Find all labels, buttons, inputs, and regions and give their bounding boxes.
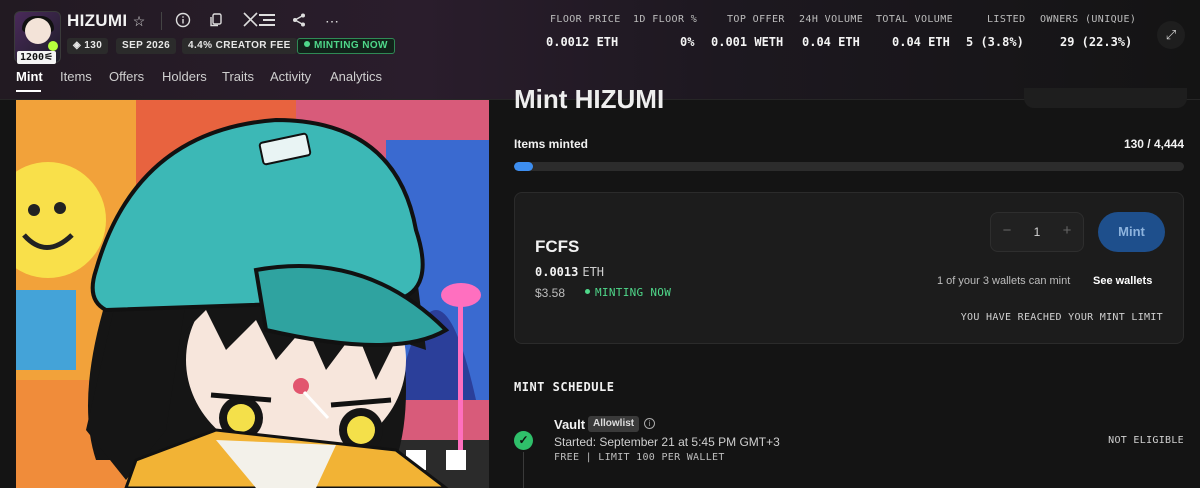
avatar-face [25, 18, 51, 44]
tab-traits[interactable]: Traits [222, 69, 254, 84]
mint-limit-message: YOU HAVE REACHED YOUR MINT LIMIT [960, 312, 1163, 323]
minting-status-pill: MINTING NOW [297, 38, 395, 54]
tab-analytics[interactable]: Analytics [330, 69, 382, 84]
collection-artwork [16, 100, 489, 488]
phase-status-dot-icon [585, 289, 590, 294]
creator-fee-pill: 4.4% CREATOR FEE [182, 38, 297, 54]
phase-price: 0.0013 ETH [535, 265, 604, 279]
expand-icon[interactable]: ⤢ [1157, 21, 1185, 49]
schedule-timeline-line [523, 452, 524, 488]
tab-items[interactable]: Items [60, 69, 92, 84]
mint-button[interactable]: Mint [1098, 212, 1165, 252]
stat-label-owners: OWNERS (UNIQUE) [1040, 14, 1137, 25]
phase-price-currency: ETH [582, 265, 605, 279]
phase-name: FCFS [535, 237, 580, 256]
mint-schedule-title: MINT SCHEDULE [514, 380, 615, 394]
mint-heading: Mint HIZUMI [514, 84, 665, 114]
status-dot-icon [304, 41, 310, 47]
copy-icon[interactable] [207, 12, 225, 30]
items-count-value: 130 [84, 40, 103, 51]
info-icon[interactable] [174, 12, 192, 30]
stat-value-24h-volume: 0.04 ETH [802, 35, 860, 49]
info-icon[interactable]: i [644, 418, 655, 429]
phase-price-value: 0.0013 [535, 265, 579, 279]
layers-icon: ◈ [73, 40, 85, 51]
minting-status-label: MINTING NOW [314, 40, 388, 51]
avatar-badge: 1200⚟ [17, 51, 57, 64]
stage-limit: FREE | LIMIT 100 PER WALLET [554, 452, 725, 463]
see-wallets-link[interactable]: See wallets [1093, 275, 1152, 287]
mint-progress-fill [514, 162, 534, 171]
stat-value-top-offer: 0.001 WETH [711, 35, 784, 49]
wallet-eligibility-note: 1 of your 3 wallets can mint [937, 275, 1071, 287]
increment-button[interactable]: + [1057, 222, 1077, 239]
tab-activity[interactable]: Activity [270, 69, 311, 84]
avatar-accent [48, 41, 58, 51]
stat-label-total-volume: TOTAL VOLUME [876, 14, 954, 25]
quantity-stepper: − 1 + [990, 212, 1084, 252]
artwork-illustration [16, 100, 489, 488]
collection-title: HIZUMI [67, 11, 128, 30]
items-minted-count: 130 / 4,444 [1123, 137, 1184, 151]
phase-price-usd: $3.58 [535, 286, 566, 300]
stat-label-24h-volume: 24H VOLUME [799, 14, 864, 25]
phase-status: MINTING NOW [585, 286, 671, 299]
stat-value-owners: 29 (22.3%) [1060, 35, 1133, 49]
phase-status-label: MINTING NOW [595, 286, 672, 299]
more-icon[interactable]: ⋯ [323, 12, 341, 30]
mint-phase-card: FCFS 0.0013 ETH $3.58 MINTING NOW − 1 + M… [514, 192, 1184, 344]
tab-holders[interactable]: Holders [162, 69, 207, 84]
items-minted-label: Items minted [514, 137, 589, 151]
items-count-pill: ◈ 130 [67, 38, 109, 54]
share-icon[interactable] [290, 12, 308, 30]
top-action-button[interactable] [1024, 88, 1187, 108]
stat-label-floor: FLOOR PRICE [550, 14, 621, 25]
tab-offers[interactable]: Offers [109, 69, 144, 84]
header-divider [161, 12, 162, 30]
stage-badge: Allowlist [588, 416, 640, 432]
date-pill: SEP 2026 [116, 38, 177, 54]
active-tab-indicator [16, 90, 41, 92]
stat-label-listed: LISTED [987, 14, 1026, 25]
stat-label-1d-floor: 1D FLOOR % [633, 14, 698, 25]
star-icon[interactable]: ☆ [130, 12, 148, 30]
stat-value-total-volume: 0.04 ETH [892, 35, 950, 49]
stat-value-listed: 5 (3.8%) [966, 35, 1024, 49]
stat-value-floor: 0.0012 ETH [546, 35, 619, 49]
x-icon[interactable] [241, 12, 259, 30]
stat-value-1d-floor: 0% [680, 35, 695, 49]
stat-label-top-offer: TOP OFFER [727, 14, 785, 25]
mint-progress-bar [514, 162, 1184, 171]
tab-mint[interactable]: Mint [16, 69, 43, 84]
link-icon[interactable] [258, 12, 276, 30]
stage-name: Vault [554, 417, 586, 432]
stage-start-time: Started: September 21 at 5:45 PM GMT+3 [554, 435, 780, 449]
check-icon: ✓ [514, 431, 533, 450]
stage-eligibility: NOT ELIGIBLE [1108, 435, 1184, 446]
